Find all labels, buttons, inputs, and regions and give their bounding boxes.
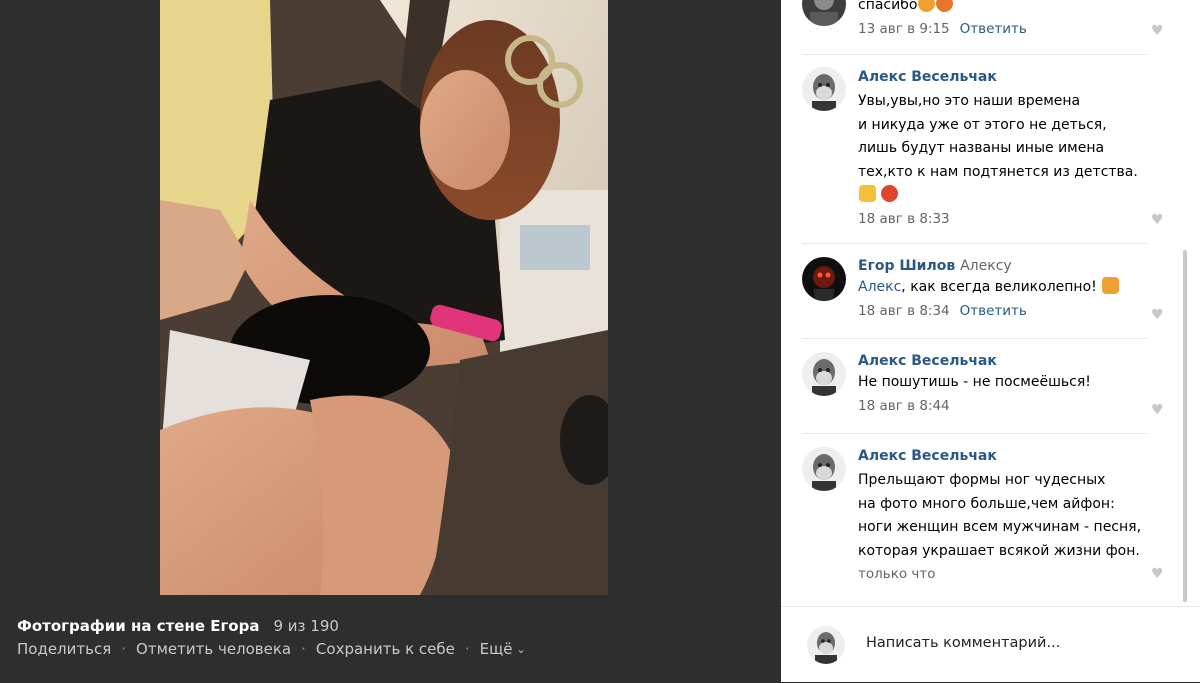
comment-composer: Написать комментарий... <box>781 606 1200 683</box>
photo-counter: 9 из 190 <box>273 617 339 635</box>
more-menu[interactable]: Ещё ⌄ <box>480 640 526 658</box>
photo[interactable] <box>160 0 608 595</box>
separator-dot: · <box>121 640 127 658</box>
avatar[interactable] <box>802 67 846 111</box>
avatar[interactable] <box>802 257 846 301</box>
share-link[interactable]: Поделиться <box>17 640 111 658</box>
comment-meta: 18 авг в 8:33 <box>858 209 1158 229</box>
comment-emoji-row <box>858 184 1158 208</box>
chevron-down-icon: ⌄ <box>516 643 526 656</box>
thumbs-up-emoji-icon <box>1102 277 1120 294</box>
comment-text: Не пошутишь - не посмеёшься! <box>858 374 1091 390</box>
album-title[interactable]: Фотографии на стене Егора <box>17 617 259 635</box>
photo-image <box>160 0 608 595</box>
comment-date[interactable]: 18 авг в 8:34 <box>858 303 950 319</box>
avatar[interactable] <box>802 0 846 26</box>
comment-author[interactable]: Алекс Весельчак <box>858 446 1158 466</box>
comment-text: Прельщают формы ног чудесных на фото мно… <box>858 472 1142 559</box>
photo-actions: Поделиться · Отметить человека · Сохранить к… <box>17 640 526 658</box>
comment-author[interactable]: Алекс Весельчак <box>858 351 1158 371</box>
face-emoji-icon <box>936 0 954 12</box>
comment-date[interactable]: только что <box>858 566 936 582</box>
comment-meta: только что <box>858 564 1158 584</box>
comment-text: спасибо <box>858 0 1158 18</box>
comment-body: Алекс Весельчак Прельщают формы ног чуде… <box>858 446 1158 584</box>
heart-icon[interactable]: ♥ <box>1151 23 1164 39</box>
scrollbar[interactable] <box>1183 250 1187 602</box>
save-to-me-link[interactable]: Сохранить к себе <box>316 640 455 658</box>
comment-text: Алекс, как всегда великолепно! <box>858 276 1158 300</box>
comment-input[interactable]: Написать комментарий... <box>866 635 1060 651</box>
comment-author[interactable]: Алекс Весельчак <box>858 67 1158 87</box>
comment-text-content: спасибо <box>858 0 918 13</box>
more-label: Ещё <box>479 640 513 658</box>
comment-date[interactable]: 18 авг в 8:33 <box>858 211 950 227</box>
comment-body: Егор Шилов Алексу Алекс, как всегда вели… <box>858 256 1158 321</box>
comment-date[interactable]: 13 авг в 9:15 <box>858 21 950 37</box>
my-avatar[interactable] <box>807 626 845 664</box>
comment-text: Увы,увы,но это наши времена и никуда уже… <box>858 93 1138 180</box>
album-caption: Фотографии на стене Егора 9 из 190 <box>17 617 339 635</box>
heart-icon[interactable]: ♥ <box>1151 212 1164 228</box>
comment-item: Алекс Весельчак Не пошутишь - не посмеёш… <box>781 339 1166 433</box>
victory-hand-emoji-icon <box>859 185 876 202</box>
heart-icon[interactable]: ♥ <box>1151 566 1164 582</box>
comment-body: Алекс Весельчак Не пошутишь - не посмеёш… <box>858 351 1158 416</box>
separator-dot: · <box>301 640 306 658</box>
comment-item: Егор Шилов Алексу Алекс, как всегда вели… <box>781 244 1166 338</box>
tag-person-link[interactable]: Отметить человека <box>136 640 291 658</box>
face-emoji-icon <box>918 0 936 12</box>
separator-dot: · <box>464 640 470 658</box>
avatar[interactable] <box>802 352 846 396</box>
heart-icon[interactable]: ♥ <box>1151 402 1164 418</box>
comment-item: Алекс Весельчак Увы,увы,но это наши врем… <box>781 55 1166 243</box>
comment-item: Алекс Весельчак Прельщают формы ног чуде… <box>781 434 1166 594</box>
comment-meta: 18 авг в 8:44 <box>858 396 1158 416</box>
mention-link[interactable]: Алекс <box>858 279 901 295</box>
angry-face-emoji-icon <box>881 185 899 202</box>
reply-link[interactable]: Ответить <box>960 303 1027 319</box>
comment-text-content: , как всегда великолепно! <box>901 279 1097 295</box>
comment-meta: 13 авг в 9:15 Ответить <box>858 19 1158 39</box>
comment-item: спасибо 13 авг в 9:15 Ответить ♥ <box>781 0 1166 52</box>
reply-addressee[interactable]: Алексу <box>960 258 1012 274</box>
comment-body: спасибо 13 авг в 9:15 Ответить <box>858 0 1158 39</box>
avatar[interactable] <box>802 447 846 491</box>
comment-header: Егор Шилов Алексу <box>858 256 1158 276</box>
heart-icon[interactable]: ♥ <box>1151 307 1164 323</box>
comment-date[interactable]: 18 авг в 8:44 <box>858 398 950 414</box>
comment-body: Алекс Весельчак Увы,увы,но это наши врем… <box>858 67 1158 229</box>
comment-author[interactable]: Егор Шилов <box>858 258 955 274</box>
comments-panel: спасибо 13 авг в 9:15 Ответить ♥ Алекс Ве… <box>781 0 1200 682</box>
comment-meta: 18 авг в 8:34 Ответить <box>858 301 1158 321</box>
reply-link[interactable]: Ответить <box>960 21 1027 37</box>
photo-viewer-backdrop: Фотографии на стене Егора 9 из 190 Подели… <box>0 0 780 682</box>
